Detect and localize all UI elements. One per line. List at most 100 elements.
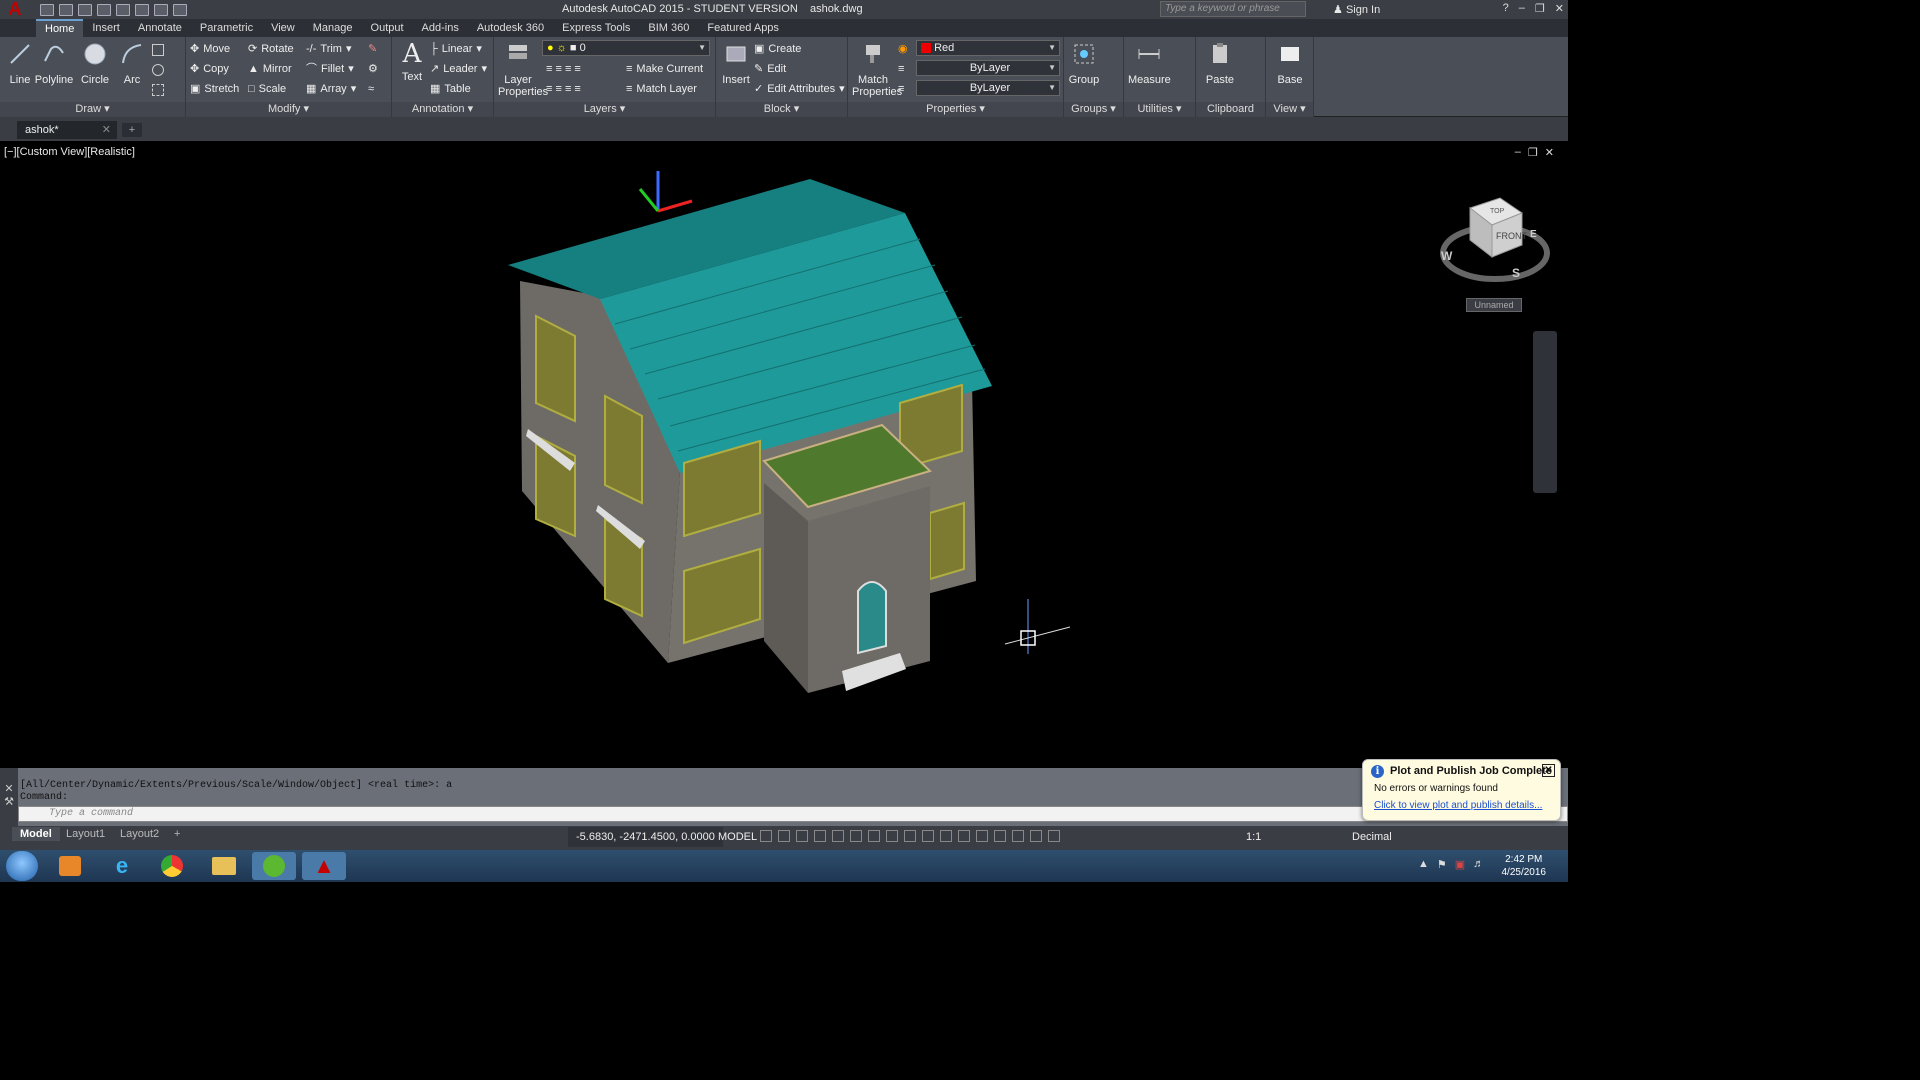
transparency-icon[interactable]	[922, 830, 934, 842]
media-player-icon[interactable]	[48, 852, 92, 880]
new-file-icon[interactable]	[40, 3, 54, 16]
object-snap-icon[interactable]	[886, 830, 898, 842]
measure-button[interactable]: Measure	[1128, 41, 1171, 86]
close-icon[interactable]: ✕	[102, 121, 111, 139]
view-panel-title[interactable]: View ▾	[1266, 102, 1313, 117]
create-block-button[interactable]: ▣ Create	[754, 40, 801, 58]
ribbon-tab-autodesk-360[interactable]: Autodesk 360	[468, 19, 553, 37]
network-icon[interactable]: ▣	[1455, 858, 1465, 871]
view-plot-details-link[interactable]: Click to view plot and publish details..…	[1374, 800, 1542, 811]
ucs-menu-dropdown[interactable]: Unnamed	[1466, 298, 1522, 312]
close-icon[interactable]: ✕	[1542, 764, 1555, 777]
properties-panel-title[interactable]: Properties ▾	[848, 102, 1063, 117]
document-tab[interactable]: ashok* ✕	[17, 121, 117, 139]
rectangle-button[interactable]	[152, 41, 164, 59]
command-input[interactable]: Type a command	[18, 806, 1568, 822]
explode-button[interactable]: ⚙	[368, 60, 378, 78]
selection-filter-icon[interactable]	[994, 830, 1006, 842]
mirror-button[interactable]: ▲ Mirror	[248, 60, 292, 78]
navigation-bar[interactable]	[1533, 331, 1557, 493]
ribbon-tab-view[interactable]: View	[262, 19, 304, 37]
taskbar-clock[interactable]: 2:42 PM 4/25/2016	[1502, 853, 1547, 879]
erase-button[interactable]: ✎	[368, 40, 377, 58]
chrome-icon[interactable]	[150, 852, 194, 880]
sign-in-button[interactable]: ♟ Sign In	[1333, 3, 1380, 16]
layer-tools-row2[interactable]: ≡ ≡ ≡ ≡	[546, 80, 581, 98]
add-layout-button[interactable]: +	[166, 827, 188, 841]
layer-tools-row1[interactable]: ≡ ≡ ≡ ≡	[546, 60, 581, 78]
units-dropdown[interactable]: Decimal	[1352, 827, 1392, 847]
move-button[interactable]: ✥ Move	[190, 40, 230, 58]
fillet-button[interactable]: ⌒ Fillet ▾	[306, 60, 354, 78]
volume-icon[interactable]: ♬	[1473, 858, 1484, 871]
close-icon[interactable]: ✕	[1555, 2, 1564, 15]
dynamic-ucs-icon[interactable]	[976, 830, 988, 842]
stretch-button[interactable]: ▣ Stretch	[190, 80, 239, 98]
layer-dropdown[interactable]: ● ☼ ■ 0 ▼	[542, 40, 710, 56]
ribbon-tab-insert[interactable]: Insert	[83, 19, 129, 37]
layers-panel-title[interactable]: Layers ▾	[494, 102, 715, 117]
make-current-button[interactable]: ≡ Make Current	[626, 60, 703, 78]
circle-button[interactable]: Circle	[75, 41, 115, 86]
trim-button[interactable]: -/- Trim ▾	[306, 40, 352, 58]
new-tab-button[interactable]: +	[122, 123, 142, 137]
command-line-handle[interactable]: ✕ ⚒	[0, 768, 18, 826]
redo-icon[interactable]	[154, 3, 168, 16]
polyline-button[interactable]: Polyline	[34, 41, 74, 86]
3d-osnap-icon[interactable]	[958, 830, 970, 842]
file-explorer-icon[interactable]	[202, 852, 246, 880]
polar-icon[interactable]	[832, 830, 844, 842]
annotation-visibility-icon[interactable]	[1030, 830, 1042, 842]
wrench-icon[interactable]: ⚒	[0, 795, 18, 808]
table-button[interactable]: ▦ Table	[430, 80, 471, 98]
internet-explorer-icon[interactable]: e	[100, 852, 144, 880]
ribbon-tab-featured-apps[interactable]: Featured Apps	[698, 19, 788, 37]
ribbon-tab-home[interactable]: Home	[36, 19, 84, 37]
groups-panel-title[interactable]: Groups ▾	[1064, 102, 1123, 117]
copy-button[interactable]: ✥ Copy	[190, 60, 229, 78]
drawing-viewport[interactable]: [−][Custom View][Realistic] – ❐ ✕ TOP FR…	[0, 141, 1568, 768]
base-view-button[interactable]: Base	[1270, 41, 1310, 86]
ribbon-tab-bim-360[interactable]: BIM 360	[639, 19, 698, 37]
ribbon-tab-manage[interactable]: Manage	[304, 19, 362, 37]
utilities-panel-title[interactable]: Utilities ▾	[1124, 102, 1195, 117]
layout-tab-layout2[interactable]: Layout2	[112, 827, 167, 841]
share-icon[interactable]	[173, 3, 187, 16]
ribbon-tab-output[interactable]: Output	[362, 19, 413, 37]
object-snap-tracking-icon[interactable]	[868, 830, 880, 842]
start-button[interactable]	[6, 851, 38, 881]
draw-panel-title[interactable]: Draw ▾	[0, 102, 185, 117]
restore-icon[interactable]: ❐	[1535, 2, 1545, 15]
scale-button[interactable]: □ Scale	[248, 80, 286, 98]
undo-icon[interactable]	[135, 3, 149, 16]
help-search-input[interactable]: Type a keyword or phrase	[1160, 1, 1306, 17]
region-button[interactable]	[152, 81, 164, 99]
layer-properties-button[interactable]: Layer Properties	[498, 41, 548, 98]
rotate-button[interactable]: ⟳ Rotate	[248, 40, 294, 58]
lineweight-dropdown[interactable]: ByLayer ▼	[916, 80, 1060, 96]
linear-dimension-button[interactable]: ├ Linear ▾	[430, 40, 482, 58]
color-dropdown[interactable]: Red ▼	[916, 40, 1060, 56]
leader-button[interactable]: ↗ Leader ▾	[430, 60, 487, 78]
lineweight-toggle-icon[interactable]	[904, 830, 916, 842]
group-button[interactable]: Group	[1064, 41, 1104, 86]
offset-button[interactable]: ≈	[368, 80, 374, 98]
match-layer-button[interactable]: ≡ Match Layer	[626, 80, 697, 98]
ribbon-tab-express-tools[interactable]: Express Tools	[553, 19, 639, 37]
grid-icon[interactable]	[760, 830, 772, 842]
open-file-icon[interactable]	[59, 3, 73, 16]
layout-tab-layout1[interactable]: Layout1	[58, 827, 113, 841]
save-as-icon[interactable]	[97, 3, 111, 16]
annotation-panel-title[interactable]: Annotation ▾	[392, 102, 493, 117]
snap-icon[interactable]	[778, 830, 790, 842]
layout-tab-model[interactable]: Model	[12, 827, 60, 841]
auto-scale-icon[interactable]	[1048, 830, 1060, 842]
coordinate-readout[interactable]: -5.6830, -2471.4500, 0.0000	[568, 827, 723, 847]
edit-attributes-button[interactable]: ✓ Edit Attributes ▾	[754, 80, 845, 98]
gizmo-icon[interactable]	[1012, 830, 1024, 842]
insert-block-button[interactable]: Insert	[716, 41, 756, 86]
text-button[interactable]: A Text	[392, 41, 432, 83]
array-button[interactable]: ▦ Array ▾	[306, 80, 356, 98]
model-space-toggle[interactable]: MODEL	[718, 827, 757, 847]
isodraft-icon[interactable]	[850, 830, 862, 842]
